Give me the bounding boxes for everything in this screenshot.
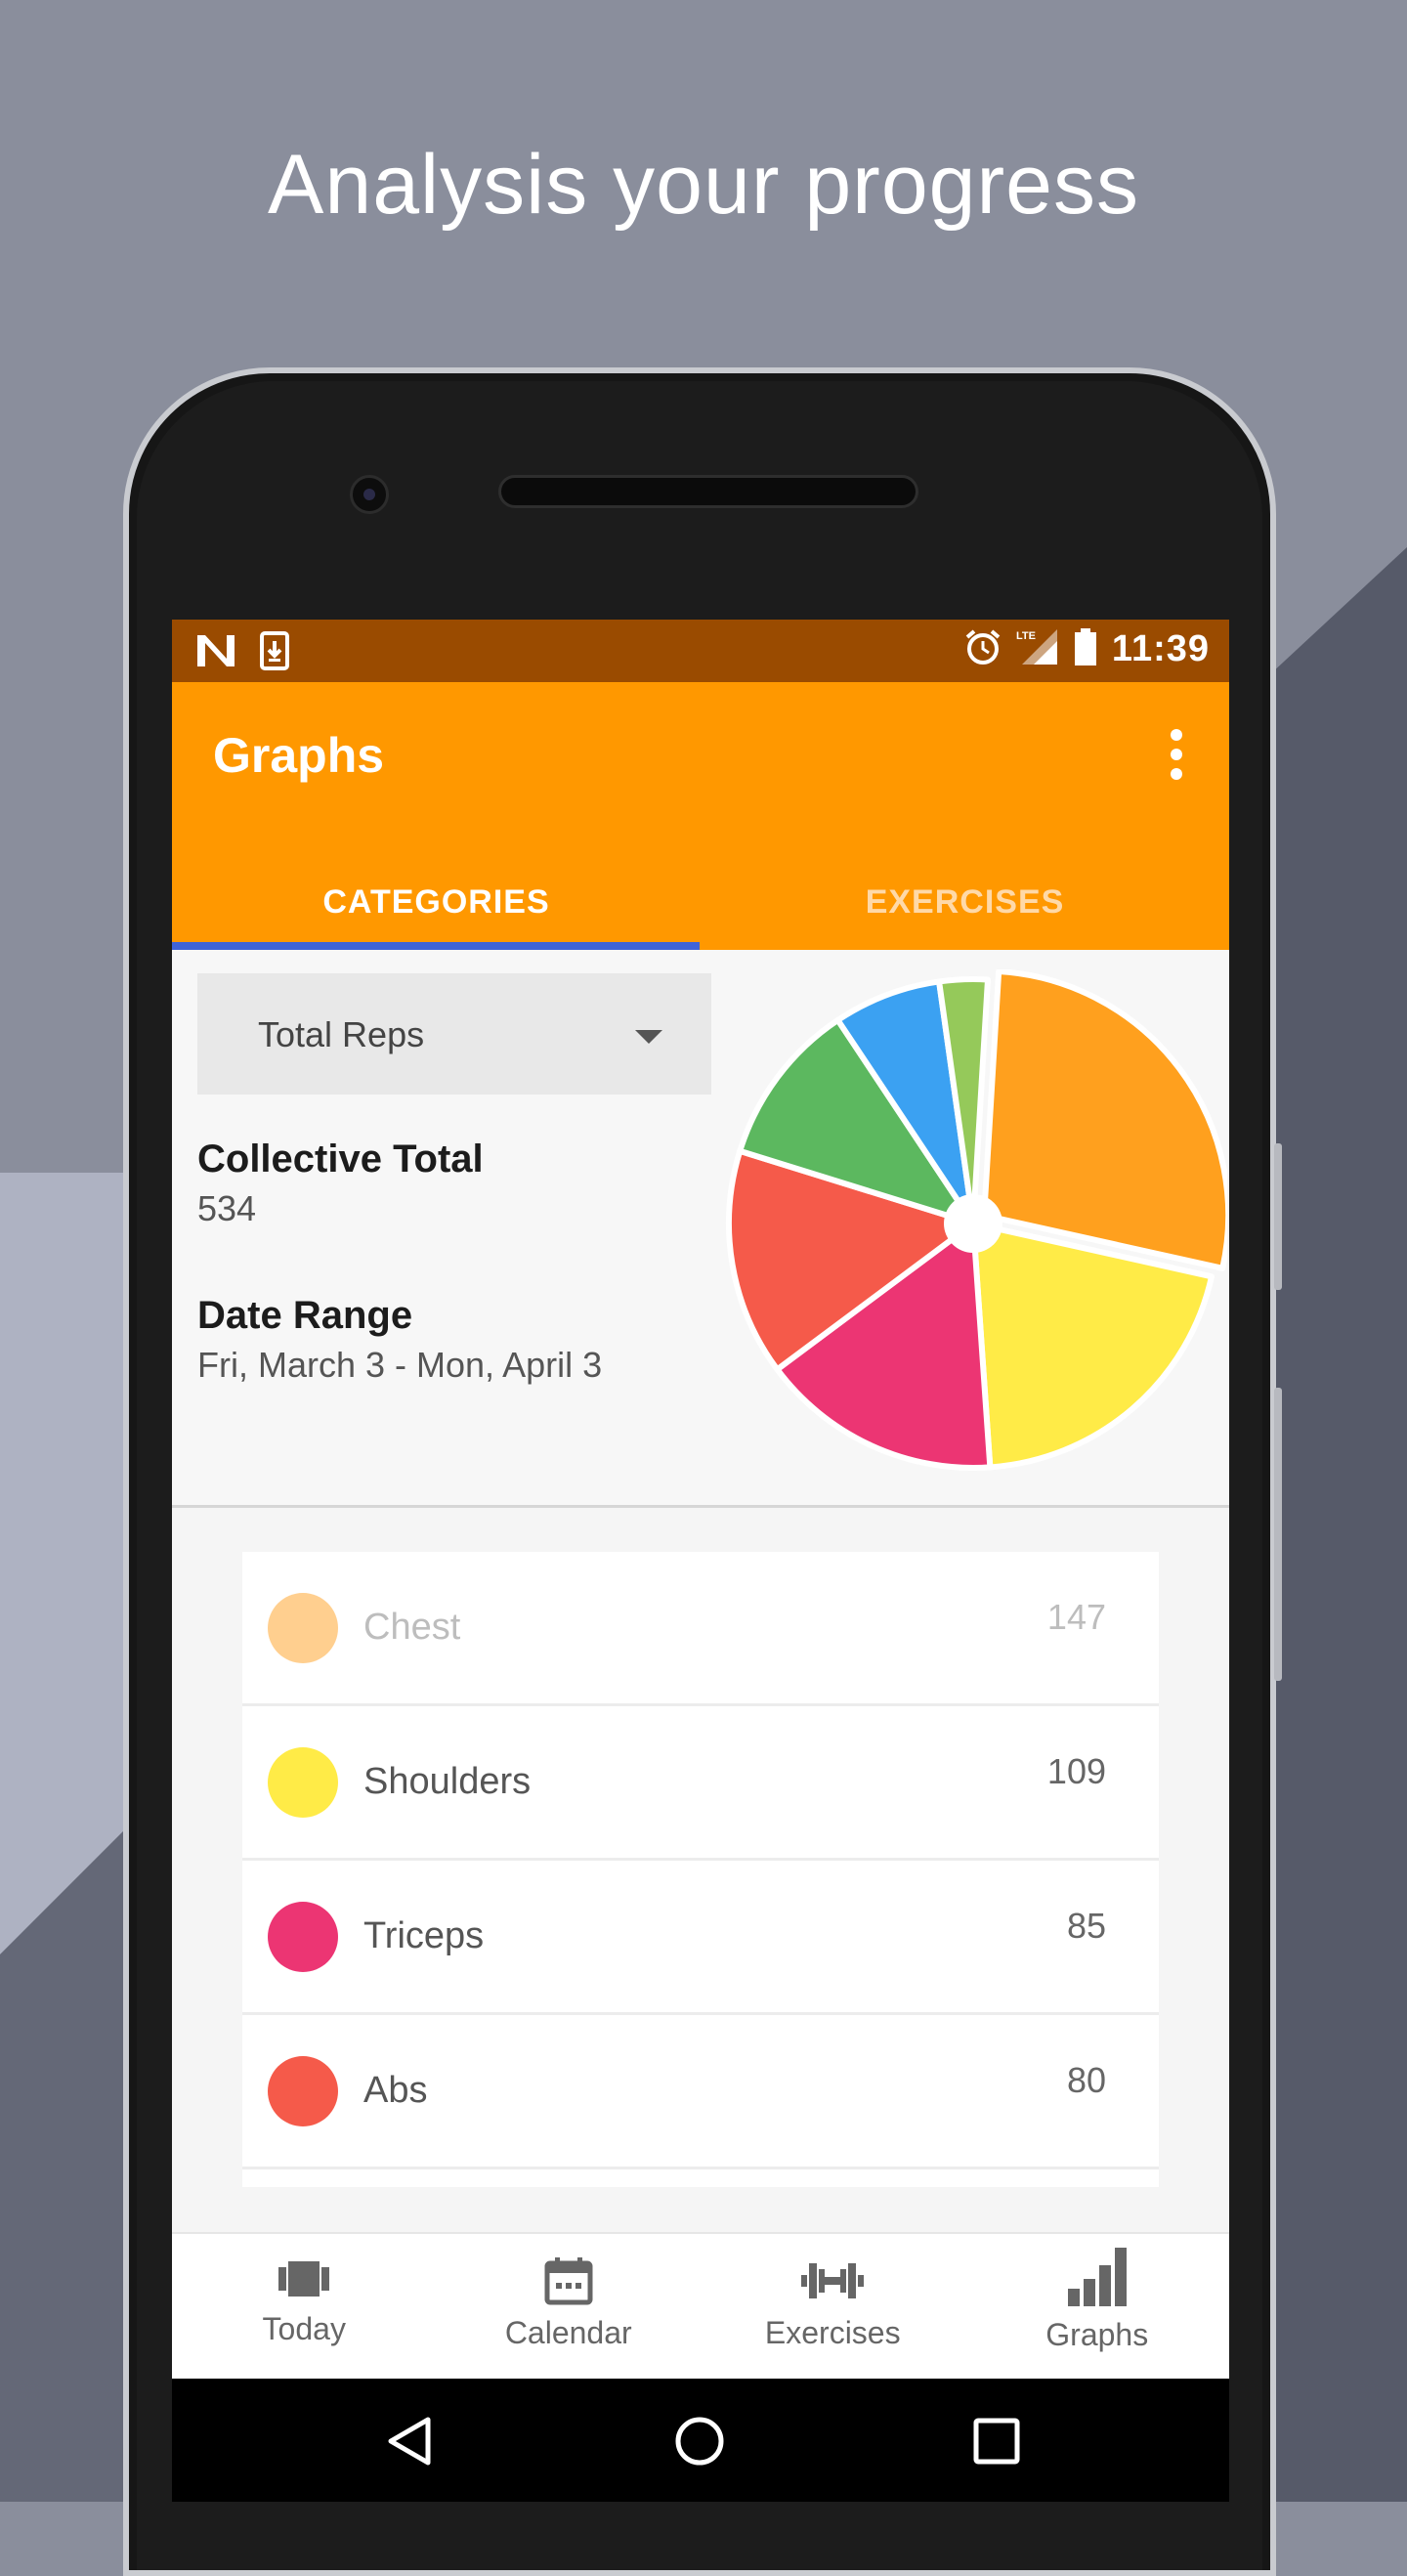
pie-chart[interactable]	[719, 969, 1227, 1478]
nav-calendar[interactable]: Calendar	[437, 2234, 702, 2381]
collective-total-value: 534	[197, 1188, 257, 1228]
dropdown-arrow-icon	[635, 1030, 662, 1044]
metric-select-value: Total Reps	[258, 1014, 425, 1054]
nav-exercises-label: Exercises	[764, 2315, 901, 2350]
recents-icon[interactable]	[971, 2416, 1022, 2467]
category-name: Shoulders	[363, 1761, 532, 1802]
headline: Analysis your progress	[268, 138, 1139, 232]
collective-total-label: Collective Total	[197, 1138, 484, 1181]
alarm-icon	[963, 627, 1002, 671]
lte-label: LTE	[1016, 630, 1036, 642]
earpiece-speaker	[498, 475, 918, 508]
lte-signal-icon: LTE	[1016, 627, 1059, 671]
back-icon[interactable]	[383, 2414, 438, 2469]
system-navigation-bar	[172, 2379, 1229, 2502]
category-list: Chest 147 Shoulders 109 Triceps 85 Abs 8…	[242, 1552, 1159, 2187]
category-name: Triceps	[363, 1915, 485, 1956]
bottom-navigation: Today Calendar Exercises Graphs	[172, 2232, 1229, 2381]
calendar-icon	[544, 2257, 593, 2305]
bar-chart-icon	[1067, 2248, 1127, 2306]
home-icon[interactable]	[672, 2414, 727, 2469]
tab-bar: CATEGORIES EXERCISES	[172, 868, 1229, 950]
dumbbell-icon	[801, 2263, 865, 2298]
app-screen: LTE 11:39 Graphs CATEGORIES EXERCISES To…	[172, 620, 1229, 2502]
category-count: 80	[1066, 2060, 1106, 2100]
category-color-dot	[268, 1747, 338, 1818]
nav-calendar-label: Calendar	[504, 2315, 632, 2350]
nav-graphs-label: Graphs	[1045, 2317, 1149, 2352]
front-camera	[350, 475, 389, 514]
date-range-value: Fri, March 3 - Mon, April 3	[197, 1345, 603, 1385]
category-count: 109	[1046, 1751, 1106, 1791]
volume-button	[1274, 1388, 1282, 1681]
category-name: Chest	[363, 1607, 461, 1648]
app-bar: Graphs CATEGORIES EXERCISES	[172, 682, 1229, 950]
category-color-dot	[268, 1593, 338, 1663]
power-button	[1274, 1143, 1282, 1290]
metric-select[interactable]: Total Reps	[197, 973, 711, 1095]
n-logo-icon	[195, 631, 236, 675]
category-color-dot	[268, 2056, 338, 2126]
category-count: 85	[1066, 1906, 1106, 1946]
status-bar: LTE 11:39	[172, 620, 1229, 682]
category-count: 147	[1046, 1597, 1106, 1637]
tab-indicator	[172, 942, 700, 950]
battery-icon	[1073, 627, 1098, 671]
app-title: Graphs	[213, 728, 385, 783]
pie-center-hole	[944, 1194, 1002, 1253]
status-time: 11:39	[1111, 628, 1210, 669]
download-icon	[260, 631, 289, 675]
nav-today-label: Today	[262, 2311, 346, 2346]
pie-slice-chest[interactable]	[981, 969, 1227, 1271]
summary-panel: Total Reps Collective Total 534 Date Ran…	[172, 950, 1229, 1508]
list-item[interactable]: Abs 80	[242, 2015, 1159, 2169]
list-item[interactable]: Triceps 85	[242, 1861, 1159, 2015]
list-item[interactable]: Shoulders 109	[242, 1706, 1159, 1861]
nav-exercises[interactable]: Exercises	[701, 2234, 965, 2381]
today-icon	[278, 2261, 330, 2297]
tab-categories[interactable]: CATEGORIES	[172, 868, 701, 950]
more-vert-icon[interactable]	[1165, 725, 1188, 784]
tab-exercises[interactable]: EXERCISES	[701, 868, 1229, 950]
nav-graphs[interactable]: Graphs	[965, 2234, 1230, 2381]
category-name: Abs	[363, 2070, 428, 2111]
category-color-dot	[268, 1902, 338, 1972]
list-item[interactable]: Chest 147	[242, 1552, 1159, 1706]
nav-today[interactable]: Today	[172, 2234, 437, 2381]
date-range-label: Date Range	[197, 1294, 413, 1337]
